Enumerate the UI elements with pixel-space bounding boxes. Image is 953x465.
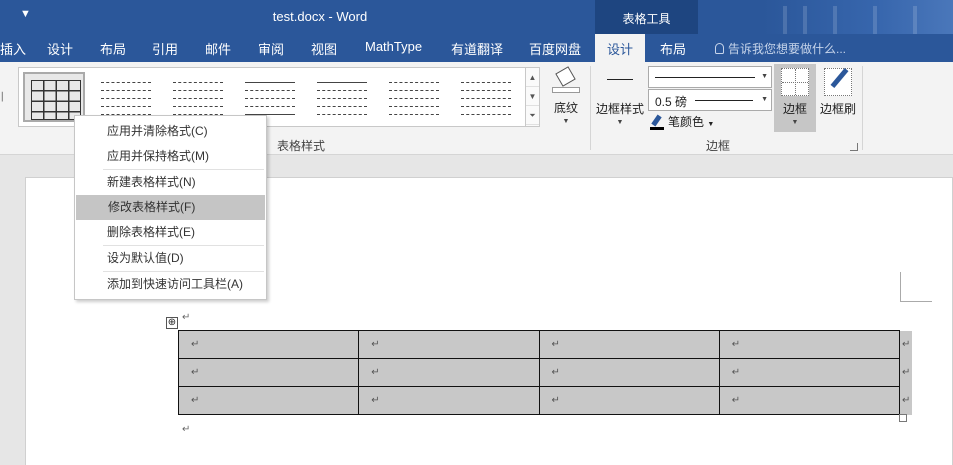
menu-item-apply-clear-format[interactable]: 应用并清除格式(C): [75, 119, 266, 144]
menu-item-modify-table-style[interactable]: 修改表格样式(F): [76, 195, 265, 220]
table-cell[interactable]: ↵: [177, 386, 360, 415]
chevron-down-icon: ▼: [761, 96, 768, 103]
line-weight-dropdown[interactable]: 0.5 磅 ▼: [648, 89, 772, 111]
table-cell[interactable]: ↵: [358, 358, 540, 387]
border-painter-icon: [824, 67, 852, 96]
table-cell[interactable]: ↵: [538, 330, 720, 359]
menu-item-add-to-qat[interactable]: 添加到快速访问工具栏(A): [75, 272, 266, 297]
tell-me-text: 告诉我您想要做什么...: [728, 42, 847, 56]
gallery-down-icon[interactable]: ▼: [526, 87, 539, 106]
borders-button[interactable]: 边框 ▼: [774, 64, 816, 132]
tab-youdao-translate[interactable]: 有道翻译: [451, 39, 503, 58]
table-resize-handle[interactable]: [899, 414, 907, 422]
border-painter-button[interactable]: 边框刷: [818, 64, 858, 132]
table-row: ↵ ↵ ↵ ↵: [177, 330, 901, 359]
shading-label: 底纹: [553, 101, 578, 115]
tab-insert[interactable]: 插入: [0, 39, 26, 58]
tab-design[interactable]: 设计: [47, 39, 73, 58]
row-end-mark: ↵: [900, 331, 912, 359]
window-title: test.docx - Word: [272, 9, 368, 24]
borders-group-label: 边框: [706, 139, 731, 153]
table-cell[interactable]: ↵: [718, 330, 901, 359]
table-cell[interactable]: ↵: [718, 358, 901, 387]
paint-bucket-icon: [552, 66, 580, 93]
borders-label: 边框: [782, 102, 807, 116]
title-bar: ▼ test.docx - Word 表格工具: [0, 0, 953, 34]
pen-color-label: 笔颜色: [668, 115, 705, 129]
table-style-5[interactable]: [311, 72, 373, 122]
border-style-line-icon: [607, 79, 633, 80]
border-painter-label: 边框刷: [819, 102, 856, 116]
borders-grid-icon: [781, 68, 809, 96]
line-style-dropdown[interactable]: ▼: [648, 66, 772, 88]
border-styles-label: 边框样式: [595, 102, 644, 116]
group-divider: [862, 66, 863, 150]
table-cell[interactable]: ↵: [538, 358, 720, 387]
table-styles-group-label: 表格样式: [277, 139, 326, 153]
menu-item-apply-keep-format[interactable]: 应用并保持格式(M): [75, 144, 266, 169]
table-style-6[interactable]: [383, 72, 445, 122]
paragraph-mark: ↵: [182, 312, 191, 323]
table-cell[interactable]: ↵: [538, 386, 720, 415]
gallery-scrollbar[interactable]: ▲ ▼ ⏷: [525, 68, 539, 126]
row-end-mark: ↵: [900, 387, 912, 415]
menu-item-set-default[interactable]: 设为默认值(D): [75, 246, 266, 271]
chevron-down-icon: ▼: [707, 121, 715, 128]
row-end-mark: ↵: [900, 359, 912, 387]
chevron-down-icon: ▼: [791, 119, 799, 126]
chevron-down-icon: ▼: [562, 118, 570, 125]
line-weight-value: 0.5 磅: [655, 95, 688, 109]
tab-mathtype[interactable]: MathType: [365, 39, 422, 54]
menu-item-delete-table-style[interactable]: 删除表格样式(E): [75, 220, 266, 245]
tab-layout[interactable]: 布局: [100, 39, 126, 58]
word-table[interactable]: ↵ ↵ ↵ ↵ ↵ ↵ ↵ ↵ ↵ ↵ ↵ ↵: [177, 330, 901, 415]
ribbon-tabs: 插入 设计 布局 引用 邮件 审阅 视图 MathType 有道翻译 百度网盘 …: [0, 34, 953, 62]
pen-icon: [650, 114, 664, 130]
paragraph-mark: ↵: [182, 424, 191, 435]
tab-view[interactable]: 视图: [311, 39, 337, 58]
table-row: ↵ ↵ ↵ ↵: [177, 358, 901, 387]
lightbulb-icon: [715, 43, 724, 54]
table-cell[interactable]: ↵: [358, 386, 540, 415]
collapsed-group-icon: │: [0, 92, 5, 101]
shading-button[interactable]: 底纹 ▼: [548, 66, 584, 137]
table-cell[interactable]: ↵: [177, 358, 360, 387]
table-style-7[interactable]: [455, 72, 517, 122]
pen-color-button[interactable]: 笔颜色 ▼: [650, 113, 714, 130]
page-corner-mark: [900, 272, 932, 302]
tab-review[interactable]: 审阅: [258, 39, 284, 58]
group-divider: [590, 66, 591, 150]
gallery-more-icon[interactable]: ⏷: [526, 106, 539, 125]
table-row: ↵ ↵ ↵ ↵: [177, 386, 901, 415]
tab-table-layout[interactable]: 布局: [660, 39, 686, 58]
dialog-launcher-icon[interactable]: [850, 143, 858, 151]
tell-me-search[interactable]: 告诉我您想要做什么...: [715, 40, 846, 57]
chevron-down-icon: ▼: [761, 73, 768, 80]
chevron-down-icon: ▼: [616, 119, 624, 126]
table-cell[interactable]: ↵: [177, 330, 360, 359]
menu-item-new-table-style[interactable]: 新建表格样式(N): [75, 170, 266, 195]
table-cell[interactable]: ↵: [718, 386, 901, 415]
table-tools-context-label: 表格工具: [595, 0, 698, 34]
tab-mailings[interactable]: 邮件: [205, 39, 231, 58]
title-decoration: [763, 0, 953, 34]
table-style-context-menu: 应用并清除格式(C) 应用并保持格式(M) 新建表格样式(N) 修改表格样式(F…: [74, 115, 267, 300]
border-styles-button[interactable]: 边框样式 ▼: [594, 67, 646, 126]
tab-table-design[interactable]: 设计: [595, 34, 646, 62]
line-style-sample: [655, 77, 755, 78]
gallery-up-icon[interactable]: ▲: [526, 68, 539, 87]
table-cell[interactable]: ↵: [358, 330, 540, 359]
tab-references[interactable]: 引用: [152, 39, 178, 58]
line-weight-sample: [695, 100, 753, 101]
table-move-icon[interactable]: ⊕: [166, 317, 178, 329]
tab-baidu-netdisk[interactable]: 百度网盘: [529, 39, 581, 58]
